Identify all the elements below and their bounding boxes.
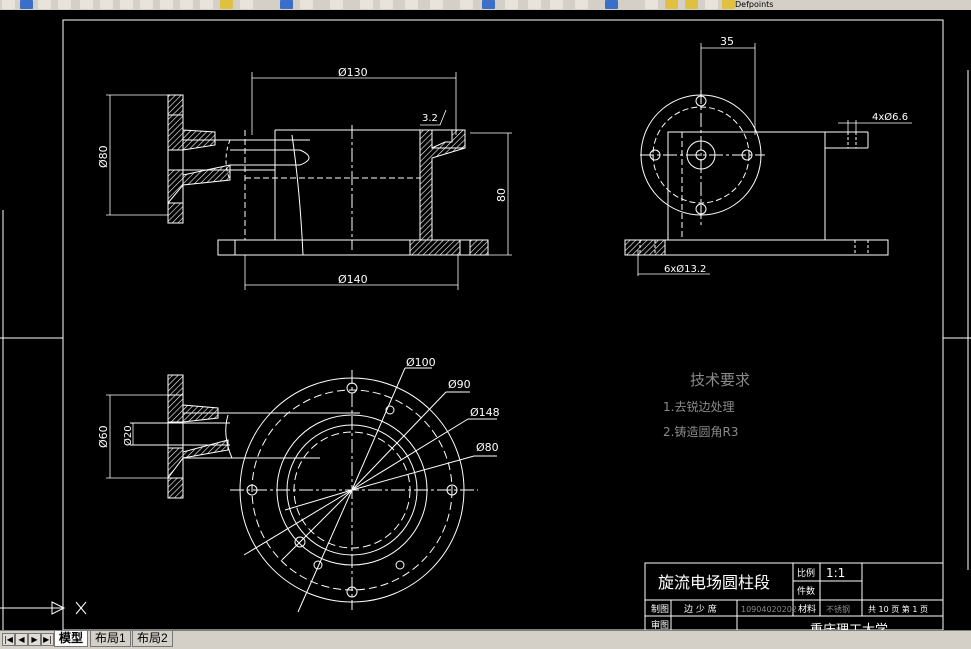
publish-icon[interactable] — [100, 0, 113, 9]
block-editor-icon[interactable] — [200, 0, 213, 9]
dim-roughness: 3.2 — [422, 113, 438, 124]
next-tab-icon[interactable]: ▶ — [28, 633, 41, 646]
drawn-id: 10904020202 — [741, 605, 797, 614]
check-label: 审图 — [651, 619, 669, 630]
dim-d148: Ø148 — [470, 406, 500, 419]
layer-lock-icon[interactable] — [705, 0, 718, 9]
drawing-title: 旋流电场圆柱段 — [658, 573, 770, 592]
notes-heading: 技术要求 — [690, 371, 750, 389]
dim-d100: Ø100 — [406, 356, 436, 369]
save-icon[interactable] — [20, 0, 33, 9]
tool-palettes-icon[interactable] — [505, 0, 518, 9]
copy-icon[interactable] — [140, 0, 153, 9]
design-center-icon[interactable] — [482, 0, 495, 9]
dim-d140: Ø140 — [338, 273, 368, 286]
help-icon[interactable] — [605, 0, 618, 9]
tab-layout1[interactable]: 布局1 — [90, 631, 131, 647]
layer-color-icon[interactable] — [722, 0, 735, 9]
note-item-2: 2.铸造圆角R3 — [663, 424, 738, 439]
preview-icon[interactable] — [58, 0, 71, 9]
markup-icon[interactable] — [550, 0, 563, 9]
dim-d20: Ø20 — [122, 425, 134, 446]
dim-d90: Ø90 — [448, 378, 471, 391]
dim-d80-plan: Ø80 — [476, 441, 499, 454]
drawing-canvas[interactable]: Ø130 Ø140 Ø80 80 3.2 35 4xØ6.6 6xØ13.2 Ø… — [0, 10, 971, 630]
sheet-count: 共 10 页 第 1 页 — [868, 604, 928, 614]
dim-d130: Ø130 — [338, 66, 368, 79]
cut-icon[interactable] — [120, 0, 133, 9]
paste-icon[interactable] — [160, 0, 173, 9]
layer-freeze-icon[interactable] — [685, 0, 698, 9]
material-value: 不锈钢 — [826, 604, 850, 614]
drawn-name: 边 少 席 — [684, 603, 717, 615]
last-tab-icon[interactable]: ▶| — [41, 633, 54, 646]
dim-d80: Ø80 — [97, 145, 110, 168]
material-label: 材料 — [798, 603, 816, 615]
properties-icon[interactable] — [460, 0, 473, 9]
dim-h80: 80 — [495, 188, 508, 202]
dim-holes6: 6xØ13.2 — [664, 263, 706, 275]
pan-icon[interactable] — [300, 0, 313, 9]
scale-label: 比例 — [797, 567, 815, 579]
prev-tab-icon[interactable]: ◀ — [15, 633, 28, 646]
plot-icon[interactable] — [80, 0, 93, 9]
school-name: 重庆理工大学 — [810, 622, 888, 630]
undo-icon[interactable] — [240, 0, 253, 9]
tab-layout2[interactable]: 布局2 — [132, 631, 173, 647]
dim-w35: 35 — [720, 35, 734, 48]
qty-label: 件数 — [797, 585, 815, 597]
zoom-realtime-icon[interactable] — [330, 0, 343, 9]
zoom-in-icon[interactable] — [405, 0, 418, 9]
zoom-out-icon[interactable] — [430, 0, 443, 9]
layer-on-icon[interactable] — [665, 0, 678, 9]
calculator-icon[interactable] — [575, 0, 588, 9]
layer-manager-icon[interactable] — [645, 0, 658, 9]
print-icon[interactable] — [38, 0, 51, 9]
zoom-previous-icon[interactable] — [380, 0, 393, 9]
layout-tab-bar: |◀ ◀ ▶ ▶| 模型 布局1 布局2 — [0, 630, 971, 649]
tab-model[interactable]: 模型 — [54, 631, 89, 647]
match-properties-icon[interactable] — [180, 0, 193, 9]
drawn-label: 制图 — [651, 603, 669, 615]
dim-holes4: 4xØ6.6 — [872, 111, 908, 123]
note-item-1: 1.去锐边处理 — [663, 400, 734, 414]
layer-name[interactable]: Defpoints — [735, 0, 773, 9]
sheet-set-icon[interactable] — [528, 0, 541, 9]
zoom-window-icon[interactable] — [360, 0, 373, 9]
open-icon[interactable] — [2, 0, 15, 9]
redo-icon[interactable] — [280, 0, 293, 9]
brush-icon[interactable] — [220, 0, 233, 9]
first-tab-icon[interactable]: |◀ — [2, 633, 15, 646]
dim-d60: Ø60 — [97, 425, 110, 448]
scale-value: 1:1 — [826, 566, 845, 580]
